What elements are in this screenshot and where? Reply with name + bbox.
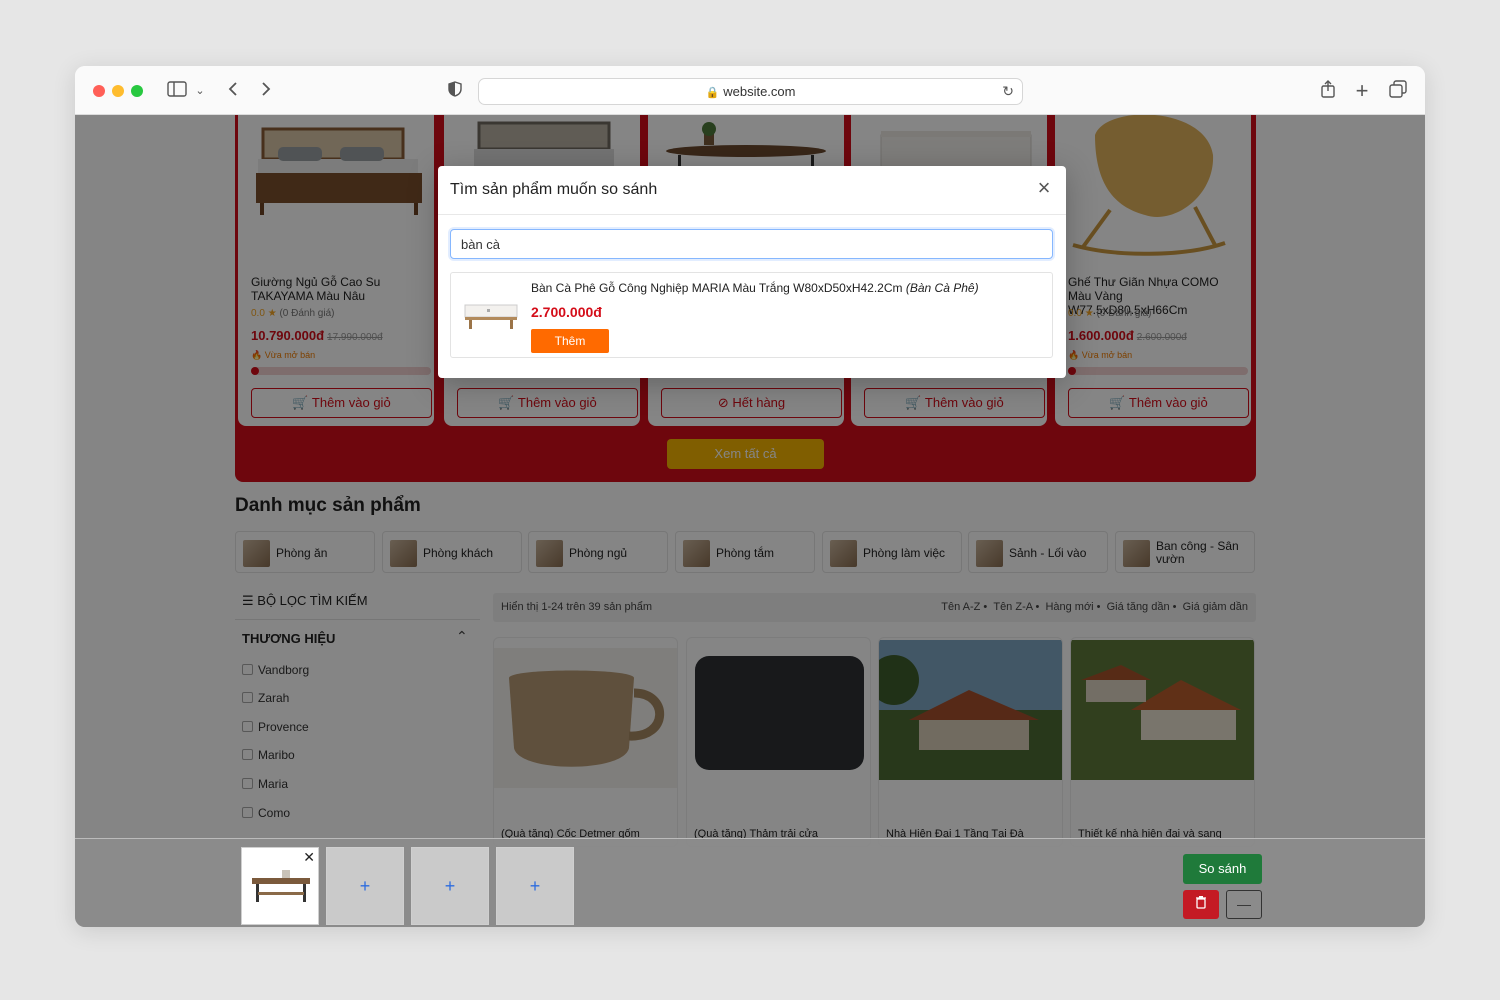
plus-icon: + (359, 876, 371, 896)
shield-icon[interactable] (445, 80, 465, 102)
close-window-button[interactable] (93, 85, 105, 97)
back-icon[interactable] (223, 80, 243, 102)
compare-bar: ✕ + + + So sánh — (75, 838, 1425, 927)
compare-search-modal: Tìm sản phẩm muốn so sánh × Bàn Cà Phê G… (438, 166, 1066, 378)
plus-icon: + (444, 876, 456, 896)
plus-icon: + (529, 876, 541, 896)
reload-icon[interactable]: ↻ (1002, 79, 1014, 104)
sidebar-icon[interactable] (165, 80, 189, 102)
close-icon[interactable]: × (1032, 176, 1056, 200)
remove-icon[interactable]: ✕ (303, 849, 315, 866)
product-search-input[interactable] (450, 229, 1053, 259)
url-text: website.com (723, 84, 796, 99)
lock-icon: 🔒 (705, 87, 720, 99)
new-tab-icon[interactable]: + (1352, 80, 1372, 102)
compare-slot-empty[interactable]: + (496, 847, 574, 925)
delete-all-button[interactable] (1183, 890, 1219, 919)
browser-window: ⌄ 🔒 website.com ↻ + Giường Ngủ Gỗ Cao Su… (75, 66, 1425, 927)
add-to-compare-button[interactable]: Thêm (531, 329, 609, 353)
browser-toolbar: ⌄ 🔒 website.com ↻ + (75, 66, 1425, 115)
page-viewport: Giường Ngủ Gỗ Cao Su TAKAYAMA Màu Nâu 0.… (75, 115, 1425, 927)
minimize-window-button[interactable] (112, 85, 124, 97)
forward-icon[interactable] (256, 80, 276, 102)
compare-slot-filled[interactable]: ✕ (241, 847, 319, 925)
search-result-item[interactable]: Bàn Cà Phê Gỗ Công Nghiệp MARIA Màu Trắn… (450, 272, 1053, 358)
minimize-compare-button[interactable]: — (1226, 890, 1262, 919)
result-price: 2.700.000đ (531, 304, 602, 320)
share-icon[interactable] (1318, 80, 1338, 102)
chevron-down-icon[interactable]: ⌄ (193, 80, 207, 102)
modal-header: Tìm sản phẩm muốn so sánh × (438, 166, 1066, 215)
compare-slot-empty[interactable]: + (326, 847, 404, 925)
compare-slot-empty[interactable]: + (411, 847, 489, 925)
result-thumbnail (461, 297, 521, 333)
zoom-window-button[interactable] (131, 85, 143, 97)
address-bar[interactable]: 🔒 website.com ↻ (478, 78, 1023, 105)
trash-icon (1196, 896, 1206, 909)
result-name: Bàn Cà Phê Gỗ Công Nghiệp MARIA Màu Trắn… (531, 281, 979, 295)
compare-button[interactable]: So sánh (1183, 854, 1262, 884)
modal-title: Tìm sản phẩm muốn so sánh (450, 181, 658, 198)
tabs-overview-icon[interactable] (1388, 80, 1408, 102)
